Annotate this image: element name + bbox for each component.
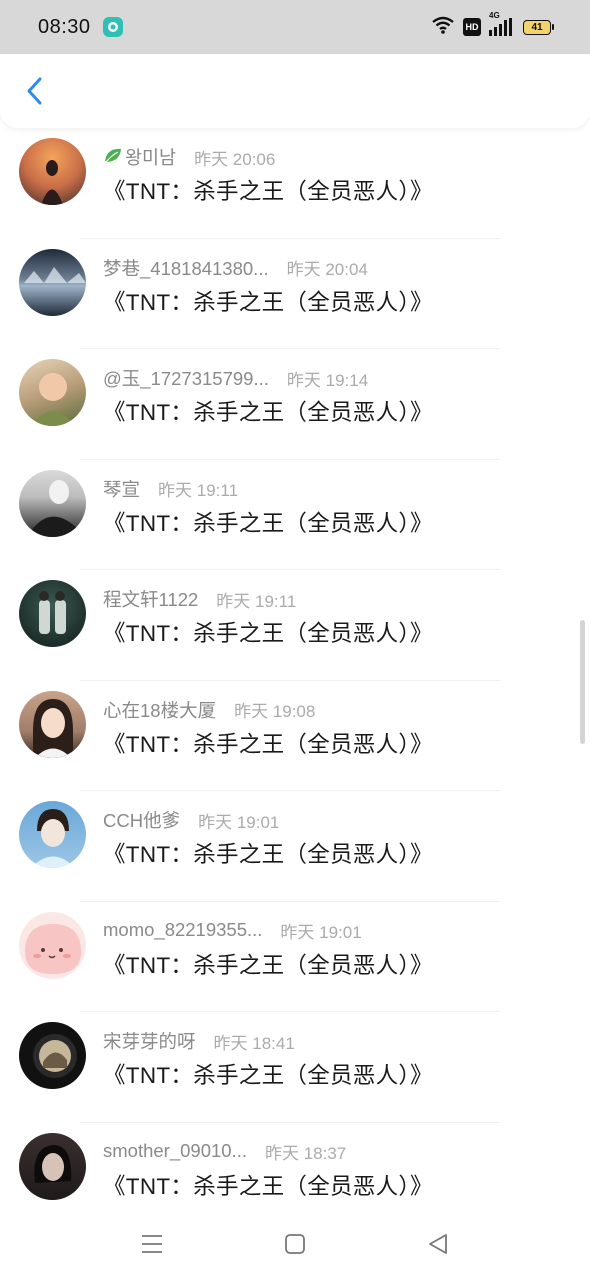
leaf-icon <box>103 146 123 169</box>
message-text: 《TNT：杀手之王（全员恶人）》 <box>103 952 433 978</box>
list-item[interactable]: @玉_1727315799... 昨天 19:14 《TNT：杀手之王（全员恶人… <box>0 349 590 460</box>
message-time: 昨天 19:01 <box>280 922 362 942</box>
home-square-icon <box>285 1234 305 1254</box>
nav-bar <box>0 54 590 128</box>
message-time: 昨天 19:01 <box>198 812 280 832</box>
back-triangle-icon <box>429 1234 448 1254</box>
hd-icon: HD <box>463 18 481 36</box>
system-nav-bar <box>0 1208 590 1280</box>
message-text: 《TNT：杀手之王（全员恶人）》 <box>103 731 433 757</box>
message-time: 昨天 20:04 <box>286 260 368 279</box>
message-text: 《TNT：杀手之王（全员恶人）》 <box>103 1173 433 1199</box>
chevron-left-icon <box>27 77 42 105</box>
status-bar: 08:30 HD 4G 41 <box>0 0 590 54</box>
back-button[interactable] <box>20 71 50 111</box>
menu-button[interactable] <box>132 1224 172 1264</box>
scrollbar[interactable] <box>580 620 585 744</box>
avatar[interactable] <box>19 690 86 758</box>
home-button[interactable] <box>275 1224 315 1264</box>
sender-name: CCH他爹 <box>103 810 181 831</box>
avatar[interactable] <box>19 138 86 205</box>
message-time: 昨天 19:08 <box>234 702 316 721</box>
list-item[interactable]: 梦巷_4181841380... 昨天 20:04 《TNT：杀手之王（全员恶人… <box>0 239 590 349</box>
avatar[interactable] <box>19 911 86 979</box>
message-text: 《TNT：杀手之王（全员恶人）》 <box>103 1063 433 1088</box>
message-text: 《TNT：杀手之王（全员恶人）》 <box>103 842 433 867</box>
battery-level: 41 <box>531 21 543 33</box>
avatar[interactable] <box>19 248 86 316</box>
sender-name: 왕미남 <box>125 147 177 168</box>
sender-name: momo_82219355... <box>103 919 263 940</box>
message-text: 《TNT：杀手之王（全员恶人）》 <box>103 400 433 425</box>
sender-name: 梦巷_4181841380... <box>103 257 269 279</box>
4g-signal-icon: 4G <box>489 11 515 36</box>
sender-name: 程文轩1122 <box>103 589 199 610</box>
list-item[interactable]: momo_82219355... 昨天 19:01 《TNT：杀手之王（全员恶人… <box>0 902 590 1012</box>
message-time: 昨天 19:14 <box>286 370 369 390</box>
battery-icon: 41 <box>523 19 554 35</box>
avatar[interactable] <box>19 801 86 868</box>
message-time: 昨天 18:41 <box>213 1033 295 1053</box>
status-time: 08:30 <box>38 15 91 38</box>
sender-name: 宋芽芽的呀 <box>103 1031 196 1052</box>
avatar[interactable] <box>19 1132 86 1200</box>
message-time: 昨天 19:11 <box>216 591 297 611</box>
sender-name: 心在18楼大厦 <box>103 699 217 721</box>
avatar[interactable] <box>19 359 86 426</box>
avatar[interactable] <box>19 469 86 537</box>
notification-app-icon <box>102 17 123 37</box>
message-time: 昨天 20:06 <box>194 149 276 169</box>
list-item[interactable]: 왕미남 昨天 20:06 《TNT：杀手之王（全员恶人）》 <box>0 128 590 239</box>
sender-name: 琴宣 <box>103 478 141 500</box>
message-time: 昨天 19:11 <box>158 481 239 500</box>
wifi-icon <box>431 16 455 39</box>
message-text: 《TNT：杀手之王（全员恶人）》 <box>103 289 433 315</box>
message-list: 왕미남 昨天 20:06 《TNT：杀手之王（全员恶人）》 梦巷_4181841… <box>0 128 590 1208</box>
list-item[interactable]: 程文轩1122 昨天 19:11 《TNT：杀手之王（全员恶人）》 <box>0 570 590 681</box>
sender-name: @玉_1727315799... <box>103 368 269 389</box>
network-type-label: 4G <box>489 11 500 20</box>
list-item[interactable]: CCH他爹 昨天 19:01 《TNT：杀手之王（全员恶人）》 <box>0 791 590 902</box>
status-icons: HD 4G 41 <box>431 11 554 39</box>
list-item[interactable]: 琴宣 昨天 19:11 《TNT：杀手之王（全员恶人）》 <box>0 460 590 570</box>
list-item[interactable]: 心在18楼大厦 昨天 19:08 《TNT：杀手之王（全员恶人）》 <box>0 681 590 791</box>
back-system-button[interactable] <box>418 1224 458 1264</box>
list-item[interactable]: 宋芽芽的呀 昨天 18:41 《TNT：杀手之王（全员恶人）》 <box>0 1012 590 1123</box>
list-item[interactable]: smother_09010... 昨天 18:37 《TNT：杀手之王（全员恶人… <box>0 1123 590 1209</box>
menu-icon <box>141 1235 162 1253</box>
avatar[interactable] <box>19 580 86 647</box>
message-time: 昨天 18:37 <box>264 1143 347 1163</box>
message-text: 《TNT：杀手之王（全员恶人）》 <box>103 621 433 646</box>
sender-name: smother_09010... <box>103 1140 247 1161</box>
message-text: 《TNT：杀手之王（全员恶人）》 <box>103 179 433 204</box>
avatar[interactable] <box>19 1022 86 1089</box>
message-text: 《TNT：杀手之王（全员恶人）》 <box>103 510 433 536</box>
